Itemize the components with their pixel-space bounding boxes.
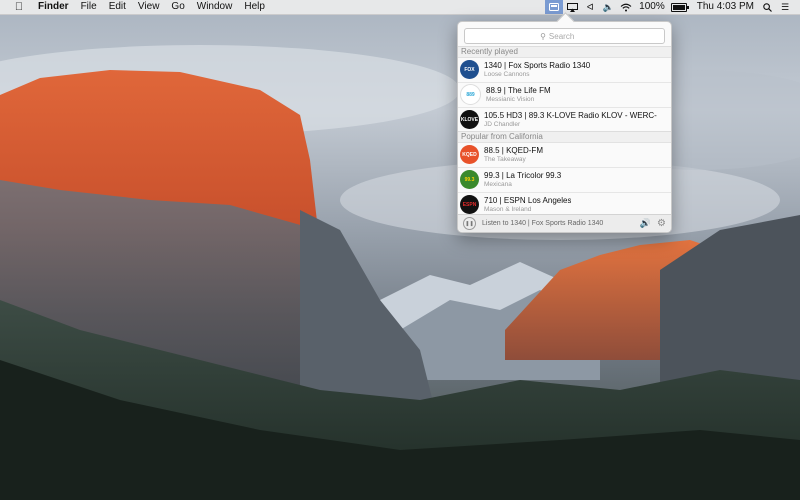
station-logo-thelife: 889 [460,84,481,105]
volume-icon[interactable]: 🔈 [599,0,617,14]
station-row[interactable]: FOX 1340 | Fox Sports Radio 1340 Loose C… [458,57,671,83]
wallpaper-landscape [0,45,800,500]
radio-app-icon[interactable] [545,0,564,14]
volume-button[interactable]: 🔊 [640,218,651,229]
menu-edit[interactable]: Edit [103,0,132,14]
menu-view[interactable]: View [132,0,166,14]
menu-clock[interactable]: Thu 4:03 PM [693,0,758,14]
search-field[interactable]: ⚲ [464,28,665,44]
bluetooth-icon[interactable]: ᐊ [581,0,599,14]
station-row[interactable]: 889 88.9 | The Life FM Messianic Vision [458,82,671,108]
radio-popover: ⚲ Recently played FOX 1340 | Fox Sports … [457,21,672,233]
station-name: 88.9 | The Life FM [486,85,551,95]
menu-app-finder[interactable]: Finder [32,0,75,14]
station-row[interactable]: KLOVE 105.5 HD3 | 89.3 K-LOVE Radio KLOV… [458,107,671,132]
wifi-icon[interactable] [617,0,635,14]
pause-icon: ❚❚ [465,220,474,227]
station-program: JD Chandler [484,120,521,128]
station-program: Loose Cannons [484,70,530,78]
station-name: 99.3 | La Tricolor 99.3 [484,170,562,180]
menu-go[interactable]: Go [165,0,190,14]
apple-icon[interactable]:  [6,0,32,14]
search-input[interactable] [548,31,589,41]
notification-center-icon[interactable]: ☰ [776,0,794,14]
search-magnifier-icon: ⚲ [540,31,546,41]
station-logo-kqed: KQED [460,145,479,164]
station-program: The Takeaway [484,155,526,163]
battery-icon[interactable] [670,2,689,12]
now-playing-text: Listen to 1340 | Fox Sports Radio 1340 [482,220,604,227]
station-row[interactable]: KQED 88.5 | KQED-FM The Takeaway [458,142,671,168]
battery-percent: 100% [639,1,665,12]
station-logo-fox: FOX [460,60,479,79]
station-program: Mason & Ireland [484,205,532,213]
desktop-wallpaper [0,0,800,500]
menu-help[interactable]: Help [238,0,271,14]
settings-button[interactable]: ⚙ [657,218,666,229]
play-pause-button[interactable]: ❚❚ [463,217,476,230]
station-name: 105.5 HD3 | 89.3 K-LOVE Radio KLOV - WER… [484,110,657,120]
speaker-icon: 🔊 [639,218,652,228]
player-footer: ❚❚ Listen to 1340 | Fox Sports Radio 134… [458,214,671,232]
station-logo-klove: KLOVE [460,110,479,129]
station-name: 1340 | Fox Sports Radio 1340 [484,60,591,70]
station-logo-latricolor: 99.3 [460,170,479,189]
station-logo-espn: ESPN [460,195,479,214]
search-icon[interactable] [758,0,776,14]
station-program: Mexicana [484,180,512,188]
station-name: 88.5 | KQED-FM [484,145,543,155]
menu-bar:  Finder File Edit View Go Window Help ᐊ… [0,0,800,15]
station-row[interactable]: 99.3 99.3 | La Tricolor 99.3 Mexicana [458,167,671,193]
station-program: Messianic Vision [486,95,535,103]
menu-file[interactable]: File [75,0,103,14]
station-name: 710 | ESPN Los Angeles [484,195,572,205]
gear-icon: ⚙ [657,218,666,229]
battery-fill [672,4,685,10]
menu-window[interactable]: Window [191,0,239,14]
